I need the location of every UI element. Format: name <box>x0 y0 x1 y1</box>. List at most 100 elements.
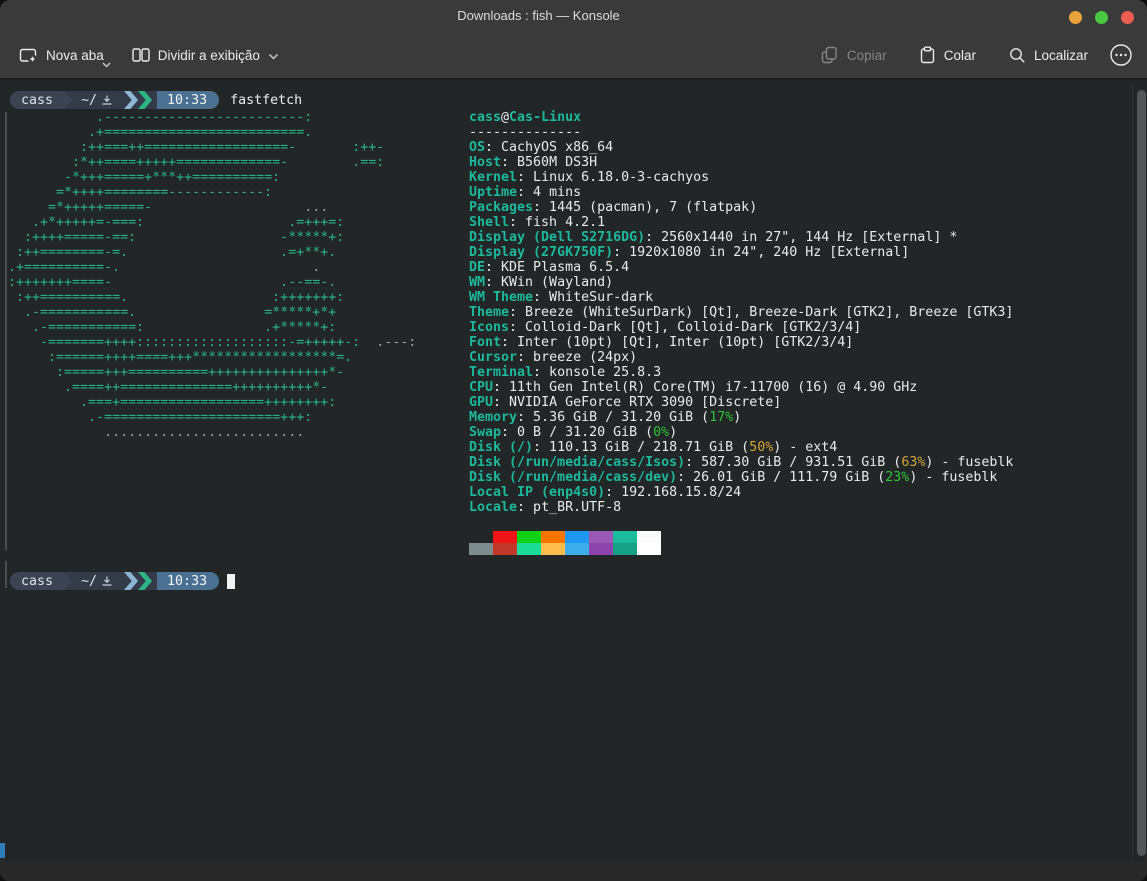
scrollbar-thumb[interactable] <box>1137 90 1146 856</box>
new-tab-button[interactable]: Nova aba <box>10 39 113 72</box>
maximize-button[interactable] <box>1095 11 1108 24</box>
terminal-line: Terminal: konsole 25.8.3 <box>469 365 1013 380</box>
palette-swatch <box>613 531 637 543</box>
terminal-line: Shell: fish 4.2.1 <box>469 215 1013 230</box>
palette-swatch <box>541 531 565 543</box>
terminal-line: .+=========================. <box>8 125 416 140</box>
terminal-line: CPU: 11th Gen Intel(R) Core(TM) i7-11700… <box>469 380 1013 395</box>
terminal-line: WM Theme: WhiteSur-dark <box>469 290 1013 305</box>
shell-prompt-current[interactable]: cass ~/ 10:33 <box>10 572 235 590</box>
terminal-line: .====++==============++++++++++*- <box>8 380 416 395</box>
terminal-line: =*+++++=====- ... <box>8 200 416 215</box>
copy-icon <box>820 46 839 64</box>
prompt-time-segment: 10:33 <box>157 572 219 590</box>
terminal-line: =*++++========------------: <box>8 185 416 200</box>
output-marker-line <box>5 112 7 550</box>
terminal-line: Kernel: Linux 6.18.0-3-cachyos <box>469 170 1013 185</box>
split-view-dropdown[interactable] <box>268 48 279 63</box>
scrollbar[interactable] <box>1133 82 1147 862</box>
prompt-time-segment: 10:33 <box>157 91 219 109</box>
chevron-right-icon <box>124 91 138 109</box>
terminal-line: WM: KWin (Wayland) <box>469 275 1013 290</box>
chevron-down-icon <box>268 53 279 60</box>
palette-swatch <box>517 531 541 543</box>
terminal-line: :++++=====-==: -*****+: <box>8 230 416 245</box>
prompt-separator <box>63 91 73 109</box>
terminal-line: Icons: Colloid-Dark [Qt], Colloid-Dark [… <box>469 320 1013 335</box>
output-marker-line <box>5 561 7 588</box>
terminal-line: :*++====+++++=============- .==: <box>8 155 416 170</box>
fastfetch-info: cass@Cas-Linux--------------OS: CachyOS … <box>469 110 1013 515</box>
prompt-user-segment: cass <box>10 91 63 109</box>
terminal-line: :++===++==================- :++- <box>8 140 416 155</box>
chevron-down-icon <box>102 62 111 68</box>
palette-swatch <box>589 531 613 543</box>
prompt-pill: cass ~/ 10:33 <box>10 91 219 109</box>
prompt-separator <box>63 572 73 590</box>
palette-swatch <box>493 531 517 543</box>
overflow-menu-button[interactable] <box>1105 39 1137 71</box>
close-button[interactable] <box>1121 11 1134 24</box>
palette-swatch <box>637 543 661 555</box>
terminal-line: .+==========-. . <box>8 260 416 275</box>
chevron-right-icon <box>124 572 138 590</box>
palette-swatch <box>541 543 565 555</box>
prompt-path-text: ~/ <box>81 93 97 108</box>
terminal-line: Disk (/): 110.13 GiB / 218.71 GiB (50%) … <box>469 440 1013 455</box>
new-tab-icon <box>19 47 38 64</box>
paste-button[interactable]: Colar <box>910 38 985 72</box>
titlebar[interactable]: Downloads : fish — Konsole <box>0 0 1147 30</box>
search-icon <box>1008 46 1026 64</box>
terminal-line: GPU: NVIDIA GeForce RTX 3090 [Discrete] <box>469 395 1013 410</box>
prompt-path-text: ~/ <box>81 574 97 589</box>
split-view-button[interactable]: Dividir a exibição <box>123 39 288 71</box>
terminal-line: .===+==================++++++++: <box>8 395 416 410</box>
palette-row <box>469 543 661 555</box>
terminal-line: Disk (/run/media/cass/dev): 26.01 GiB / … <box>469 470 1013 485</box>
paste-label: Colar <box>944 48 976 63</box>
terminal-line: Theme: Breeze (WhiteSurDark) [Qt], Breez… <box>469 305 1013 320</box>
prompt-chevrons <box>119 91 157 109</box>
terminal-line: .-===========: .+*****+: <box>8 320 416 335</box>
split-view-label: Dividir a exibição <box>158 48 260 63</box>
terminal-line: .-======================+++: <box>8 410 416 425</box>
terminal-line: -*+++=====+***++==========: <box>8 170 416 185</box>
terminal-view[interactable]: cass ~/ 10:33 fastfetch .---------------… <box>0 82 1147 862</box>
terminal-line: Font: Inter (10pt) [Qt], Inter (10pt) [G… <box>469 335 1013 350</box>
terminal-line: Packages: 1445 (pacman), 7 (flatpak) <box>469 200 1013 215</box>
find-button[interactable]: Localizar <box>999 38 1097 72</box>
prompt-user-segment: cass <box>10 572 63 590</box>
chevron-right-icon <box>138 572 152 590</box>
palette-row <box>469 531 661 543</box>
konsole-window: Downloads : fish — Konsole Nova aba <box>0 0 1147 881</box>
terminal-line: Cursor: breeze (24px) <box>469 350 1013 365</box>
terminal-line: :======++++====+++******************=. <box>8 350 416 365</box>
palette-swatch <box>613 543 637 555</box>
ellipsis-icon <box>1109 43 1133 67</box>
terminal-line: Host: B560M DS3H <box>469 155 1013 170</box>
shell-prompt: cass ~/ 10:33 fastfetch <box>10 91 302 109</box>
terminal-line: Uptime: 4 mins <box>469 185 1013 200</box>
paste-icon <box>919 46 936 64</box>
prompt-pill: cass ~/ 10:33 <box>10 572 219 590</box>
terminal-line: .-------------------------: <box>8 110 416 125</box>
terminal-line: :++========-=. .=+**+. <box>8 245 416 260</box>
copy-button[interactable]: Copiar <box>811 38 896 72</box>
palette-swatch <box>565 531 589 543</box>
palette-swatch <box>517 543 541 555</box>
terminal-line: Locale: pt_BR.UTF-8 <box>469 500 1013 515</box>
traffic-lights <box>1069 11 1134 24</box>
terminal-line: Display (27GK750F): 1920x1080 in 24", 24… <box>469 245 1013 260</box>
new-tab-dropdown-caret[interactable] <box>102 56 111 71</box>
terminal-line: :+++++++====- .--==-. <box>8 275 416 290</box>
terminal-line: :++==========. :+++++++: <box>8 290 416 305</box>
terminal-line: :=====+++==========+++++++++++++++*- <box>8 365 416 380</box>
minimize-button[interactable] <box>1069 11 1082 24</box>
palette-swatch <box>493 543 517 555</box>
window-title: Downloads : fish — Konsole <box>0 8 1077 23</box>
terminal-line: Disk (/run/media/cass/Isos): 587.30 GiB … <box>469 455 1013 470</box>
prompt-chevrons <box>119 572 157 590</box>
scroll-highlight-marker <box>0 843 5 858</box>
terminal-line: OS: CachyOS x86_64 <box>469 140 1013 155</box>
terminal-line: ......................... <box>8 425 416 440</box>
